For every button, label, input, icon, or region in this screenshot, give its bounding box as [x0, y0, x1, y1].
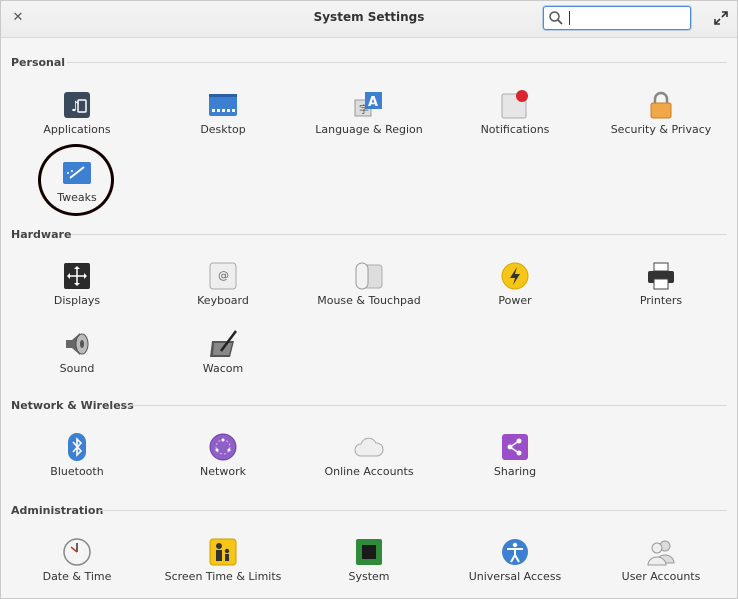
search-field[interactable]	[543, 6, 691, 30]
section-divider	[67, 62, 727, 63]
section-header-network-wireless: Network & Wireless	[11, 399, 134, 412]
section-divider	[125, 405, 727, 406]
accessibility-icon	[502, 539, 528, 565]
settings-item-network[interactable]: Network	[158, 432, 288, 492]
titlebar: ✕ System Settings	[1, 1, 737, 38]
search-icon	[549, 11, 563, 25]
settings-item-label: Sound	[59, 362, 95, 375]
settings-item-security-privacy[interactable]: Security & Privacy	[596, 90, 726, 150]
settings-item-label: Bluetooth	[50, 465, 104, 478]
displays-icon	[64, 263, 90, 289]
settings-item-label: Displays	[53, 294, 101, 307]
settings-item-keyboard[interactable]: @ Keyboard	[158, 261, 288, 321]
mouse-icon	[355, 262, 383, 290]
share-icon	[502, 434, 528, 460]
svg-text:A: A	[368, 95, 378, 110]
settings-item-universal-access[interactable]: Universal Access	[450, 537, 580, 597]
settings-item-label: Date & Time	[42, 570, 112, 583]
lock-icon	[650, 91, 672, 119]
settings-item-label: Sharing	[493, 465, 537, 478]
svg-text:@: @	[218, 269, 229, 282]
settings-item-label: Security & Privacy	[610, 123, 712, 136]
network-globe-icon	[209, 433, 237, 461]
settings-item-screen-time-limits[interactable]: Screen Time & Limits	[158, 537, 288, 597]
settings-item-label: System	[348, 570, 390, 583]
settings-item-wacom[interactable]: Wacom	[158, 329, 288, 389]
text-cursor	[569, 11, 570, 25]
speaker-icon	[66, 333, 89, 355]
clock-icon	[63, 538, 91, 566]
settings-item-label: Power	[498, 294, 532, 307]
settings-item-language-region[interactable]: 字 A Language & Region	[304, 90, 434, 150]
settings-item-printers[interactable]: Printers	[596, 261, 726, 321]
parental-controls-icon	[209, 538, 237, 566]
settings-item-label: Online Accounts	[324, 465, 414, 478]
settings-item-label: Network	[200, 465, 246, 478]
settings-item-label: Screen Time & Limits	[164, 570, 282, 583]
applications-icon: ♪	[64, 92, 90, 118]
settings-item-label: Keyboard	[197, 294, 249, 307]
keyboard-icon: @	[209, 262, 237, 290]
language-icon: 字 A	[354, 92, 382, 117]
settings-item-label: User Accounts	[621, 570, 701, 583]
users-icon	[647, 540, 675, 566]
printer-icon	[648, 262, 674, 290]
cloud-icon	[354, 437, 384, 457]
desktop-icon	[209, 94, 237, 116]
settings-item-power[interactable]: Power	[450, 261, 580, 321]
section-header-personal: Personal	[11, 56, 66, 69]
settings-item-mouse-touchpad[interactable]: Mouse & Touchpad	[304, 261, 434, 321]
search-input[interactable]	[568, 9, 683, 25]
settings-item-sharing[interactable]: Sharing	[450, 432, 580, 492]
settings-item-sound[interactable]: Sound	[12, 329, 142, 389]
settings-item-date-time[interactable]: Date & Time	[12, 537, 142, 597]
tablet-pen-icon	[210, 330, 237, 357]
settings-item-label: Notifications	[480, 123, 550, 136]
settings-item-label: Mouse & Touchpad	[317, 294, 421, 307]
settings-item-system[interactable]: System	[304, 537, 434, 597]
maximize-icon[interactable]	[714, 11, 728, 25]
section-divider	[99, 510, 727, 511]
settings-item-displays[interactable]: Displays	[12, 261, 142, 321]
settings-item-desktop[interactable]: Desktop	[158, 90, 288, 150]
annotation-circle	[38, 144, 114, 216]
section-header-administration: Administration	[11, 504, 104, 517]
settings-item-notifications[interactable]: Notifications	[450, 90, 580, 150]
settings-item-online-accounts[interactable]: Online Accounts	[304, 432, 434, 492]
bluetooth-icon	[68, 433, 86, 461]
system-settings-window: ✕ System Settings Personal ♪ Application…	[0, 0, 738, 599]
power-icon	[501, 262, 529, 290]
settings-item-label: Universal Access	[468, 570, 562, 583]
notifications-icon	[501, 90, 528, 119]
settings-item-label: Wacom	[202, 362, 244, 375]
section-header-hardware: Hardware	[11, 228, 72, 241]
settings-item-label: Printers	[639, 294, 683, 307]
settings-item-bluetooth[interactable]: Bluetooth	[12, 432, 142, 492]
section-divider	[71, 234, 727, 235]
settings-item-label: Desktop	[200, 123, 246, 136]
settings-item-label: Applications	[43, 123, 111, 136]
settings-item-label: Language & Region	[315, 123, 423, 136]
settings-item-applications[interactable]: ♪ Applications	[12, 90, 142, 150]
settings-item-user-accounts[interactable]: User Accounts	[596, 537, 726, 597]
chip-icon	[356, 539, 382, 565]
